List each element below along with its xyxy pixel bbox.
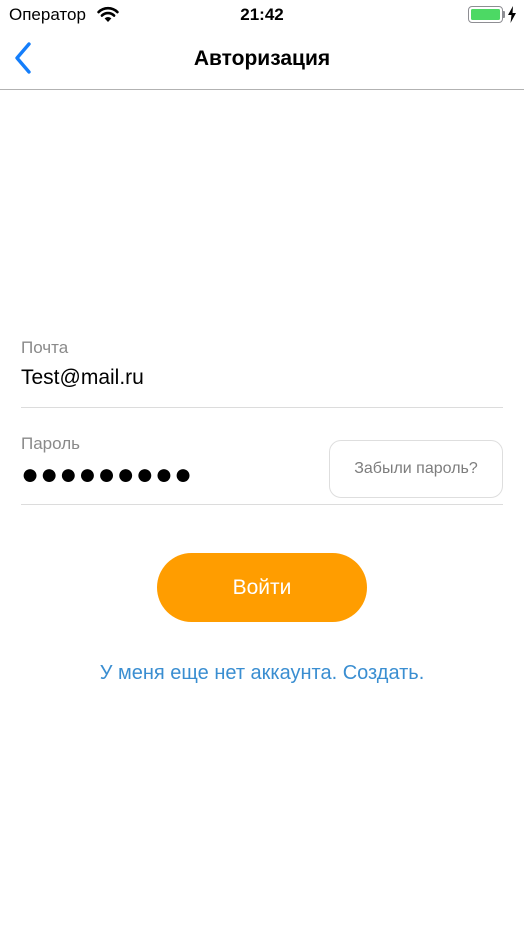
page-title: Авторизация: [193, 47, 331, 70]
status-bar: Оператор 21:42: [0, 0, 524, 30]
email-label: Почта: [21, 338, 69, 357]
battery-icon: [468, 6, 503, 23]
password-field[interactable]: Пароль ●●●●●●●●● Забыли пароль?: [21, 427, 503, 505]
forgot-password-button[interactable]: Забыли пароль?: [329, 440, 503, 498]
email-input[interactable]: Test@mail.ru: [21, 366, 144, 390]
create-account-link[interactable]: У меня еще нет аккаунта. Создать.: [0, 662, 524, 685]
battery-tip: [503, 11, 505, 18]
navigation-bar: Авторизация: [0, 30, 524, 90]
charging-bolt-icon: [507, 6, 517, 28]
password-label: Пароль: [21, 434, 80, 453]
login-button[interactable]: Войти: [157, 553, 367, 622]
password-input[interactable]: ●●●●●●●●●: [21, 458, 193, 492]
clock: 21:42: [240, 5, 284, 24]
email-field[interactable]: Почта Test@mail.ru: [21, 330, 503, 408]
battery-level: [471, 9, 500, 20]
